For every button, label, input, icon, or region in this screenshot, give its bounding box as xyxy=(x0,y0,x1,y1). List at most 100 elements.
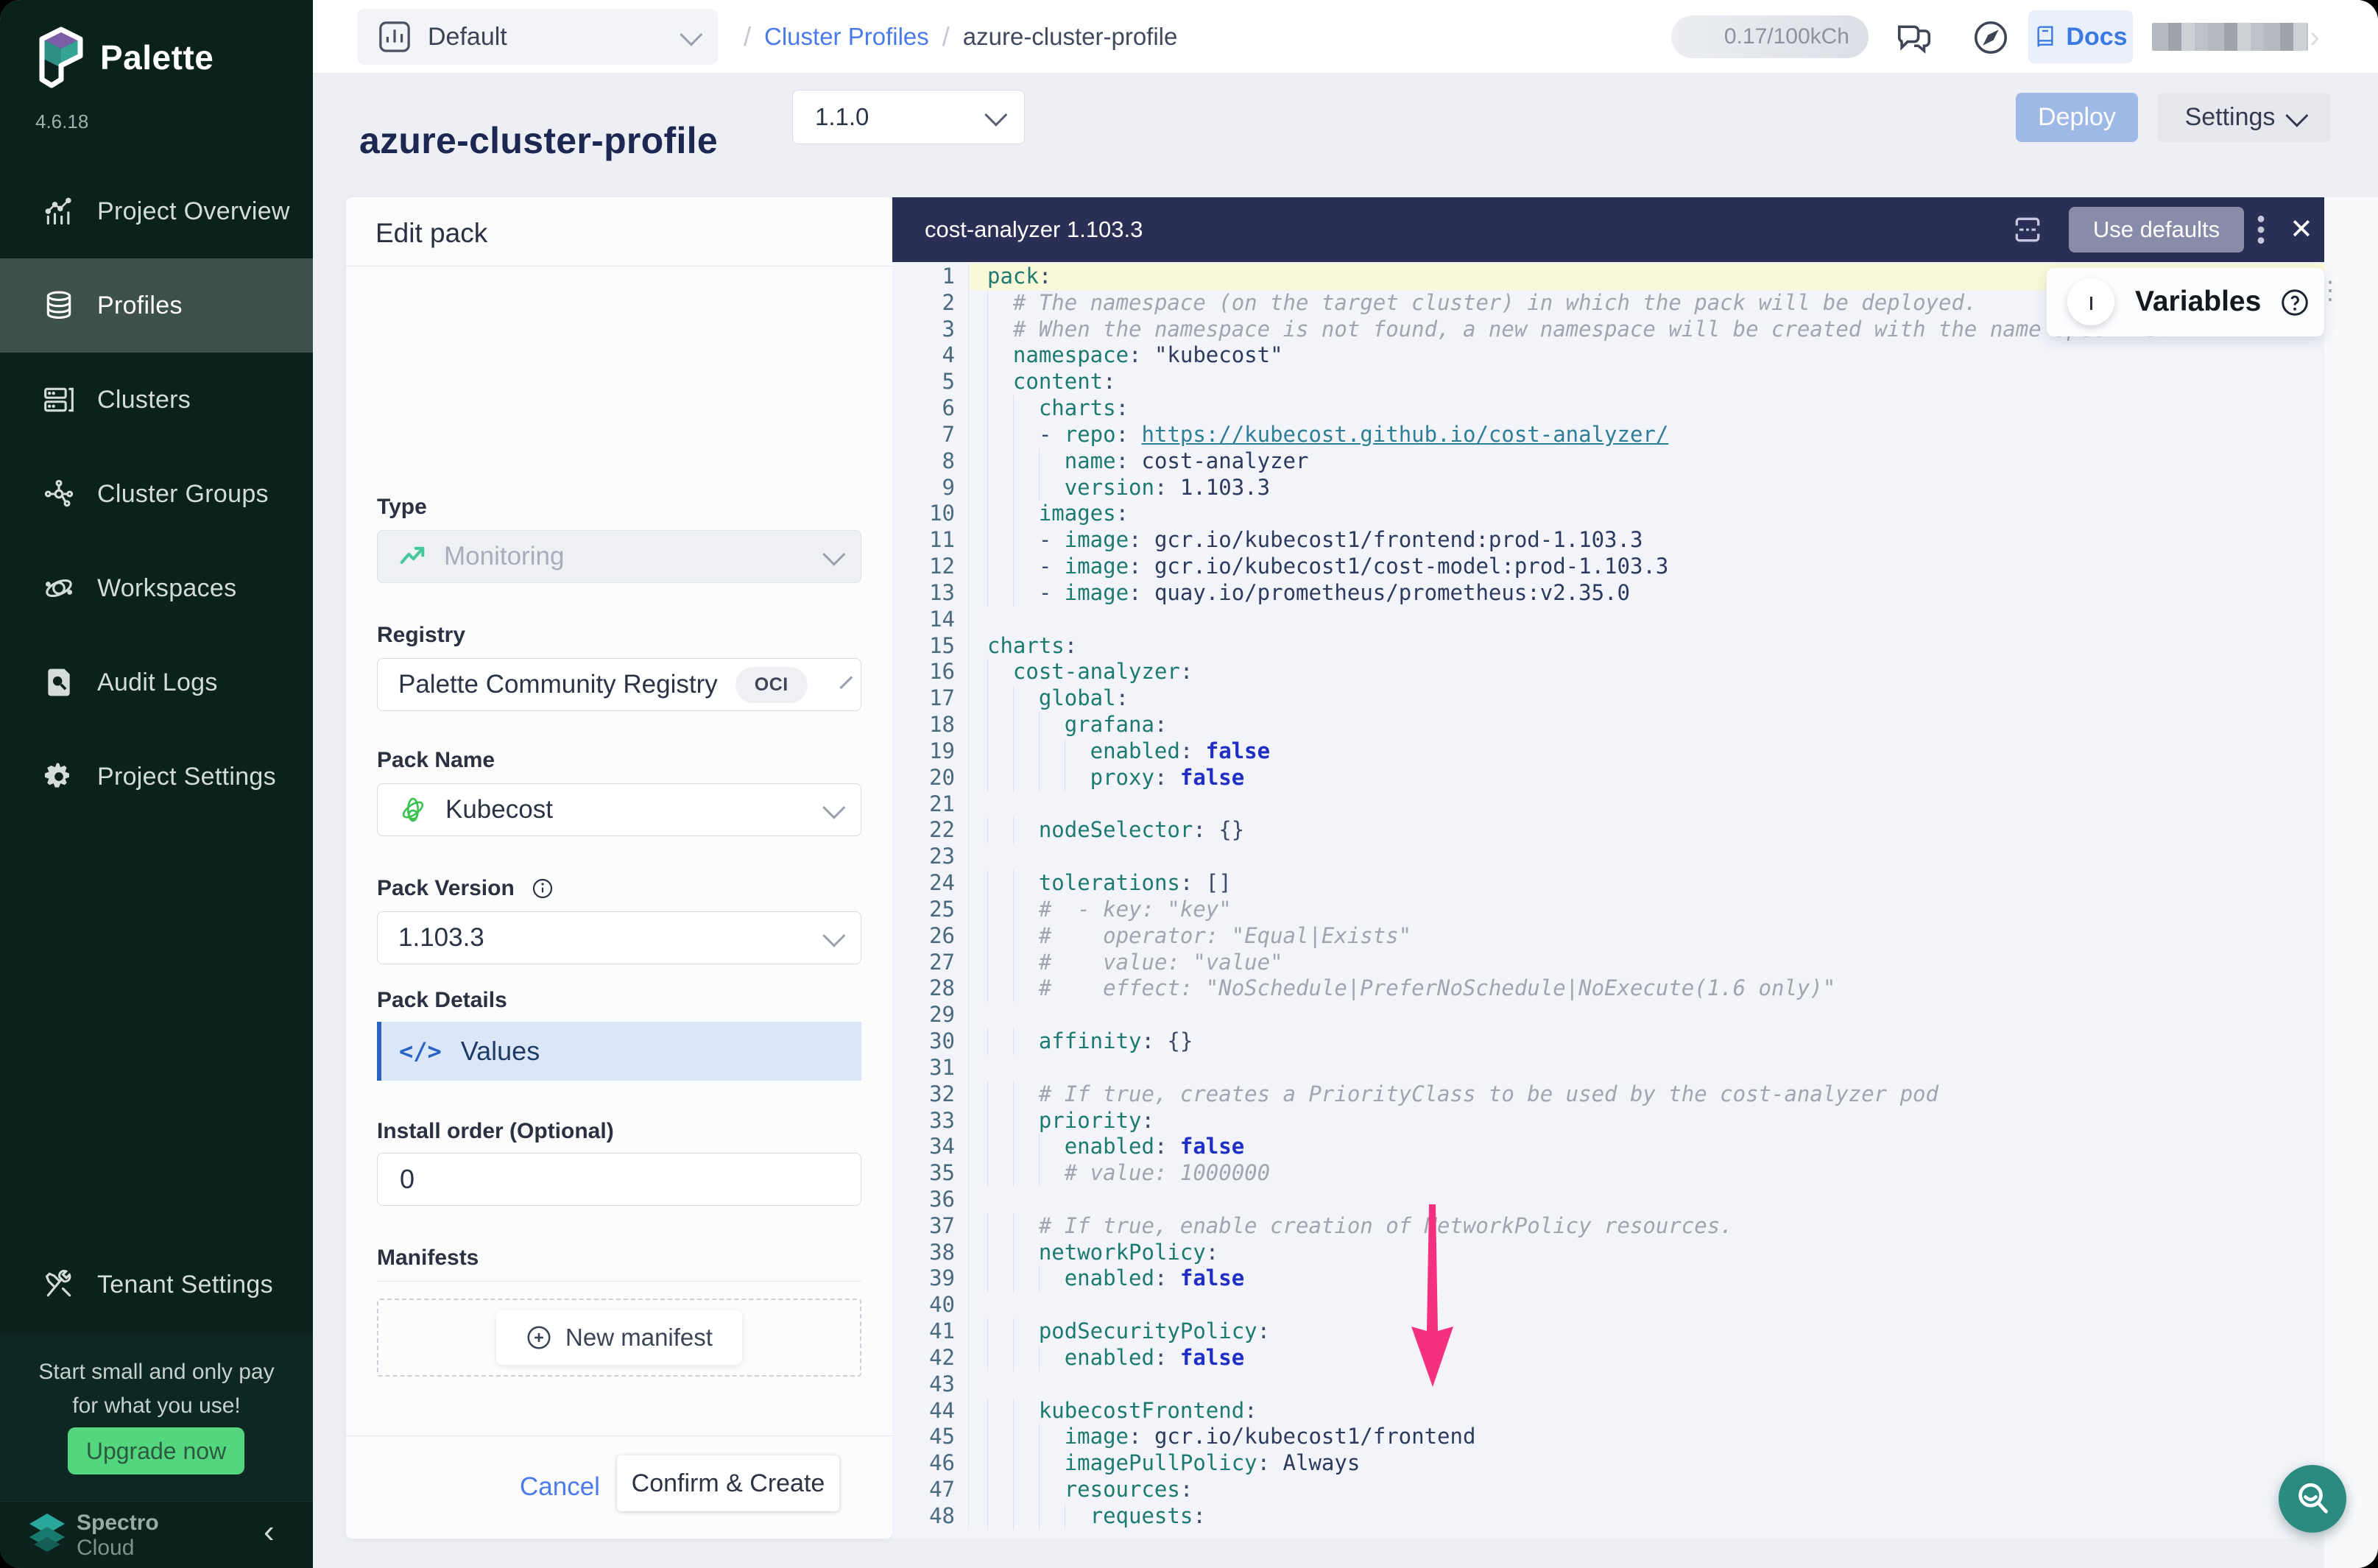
close-icon[interactable]: ✕ xyxy=(2290,215,2313,244)
line-number: 6 xyxy=(892,395,968,422)
project-selector[interactable]: Default xyxy=(357,9,718,65)
code-line xyxy=(970,1055,2324,1081)
line-number: 42 xyxy=(892,1345,968,1371)
line-number: 16 xyxy=(892,659,968,685)
line-number: 20 xyxy=(892,765,968,791)
line-number: 24 xyxy=(892,870,968,897)
new-manifest-button[interactable]: New manifest xyxy=(496,1310,742,1365)
upgrade-now-button[interactable]: Upgrade now xyxy=(68,1427,244,1475)
page-right-gutter xyxy=(2324,197,2378,1568)
kebab-menu-icon[interactable]: ⋮ xyxy=(2318,284,2325,297)
brand-logo[interactable]: Palette xyxy=(38,27,214,88)
breadcrumb-cluster-profiles[interactable]: Cluster Profiles xyxy=(764,23,929,51)
chat-icon[interactable] xyxy=(1894,18,1934,57)
code-line: imagePullPolicy: Always xyxy=(970,1450,2324,1477)
code-line: # operator: "Equal|Exists" xyxy=(970,923,2324,950)
confirm-create-button[interactable]: Confirm & Create xyxy=(617,1455,839,1511)
profile-version-value: 1.1.0 xyxy=(815,103,986,131)
code-line: cost-analyzer: xyxy=(970,659,2324,685)
sidebar-item-audit-logs[interactable]: Audit Logs xyxy=(0,635,313,730)
sidebar-item-profiles[interactable]: Profiles xyxy=(0,258,313,353)
chevron-down-icon xyxy=(822,543,845,566)
app-window: Palette 4.6.18 Project Overview Profiles C… xyxy=(0,0,2378,1568)
line-number: 30 xyxy=(892,1028,968,1055)
pack-name-label: Pack Name xyxy=(377,748,495,773)
pack-details-values-item[interactable]: </> Values xyxy=(377,1022,861,1081)
code-line: resources: xyxy=(970,1477,2324,1503)
info-icon[interactable] xyxy=(531,877,554,900)
chevron-down-icon xyxy=(839,676,853,689)
search-fab[interactable] xyxy=(2279,1465,2346,1533)
line-number-gutter: 1234567891011121314151617181920212223242… xyxy=(892,264,969,1530)
chevron-down-icon xyxy=(2286,104,2309,127)
line-number: 1 xyxy=(892,264,968,290)
line-number: 25 xyxy=(892,897,968,923)
type-select[interactable]: Monitoring xyxy=(377,530,861,583)
help-icon[interactable] xyxy=(2279,287,2310,318)
usage-badge: 0.17/100kCh xyxy=(1671,15,1869,58)
line-number: 10 xyxy=(892,501,968,527)
app-version: 4.6.18 xyxy=(35,110,88,133)
profile-version-select[interactable]: 1.1.0 xyxy=(792,90,1025,144)
code-area[interactable]: 1234567891011121314151617181920212223242… xyxy=(892,262,2324,1530)
code-line: charts: xyxy=(970,633,2324,660)
sidebar-item-project-settings[interactable]: Project Settings xyxy=(0,730,313,824)
registry-select[interactable]: Palette Community Registry OCI xyxy=(377,658,861,711)
chevron-down-icon xyxy=(680,24,702,46)
sidebar-item-tenant-settings[interactable]: Tenant Settings xyxy=(0,1237,313,1332)
code-line: # effect: "NoSchedule|PreferNoSchedule|N… xyxy=(970,975,2324,1002)
cancel-button[interactable]: Cancel xyxy=(515,1472,604,1502)
line-number: 13 xyxy=(892,580,968,607)
sidebar-item-clusters[interactable]: Clusters xyxy=(0,353,313,447)
docs-button[interactable]: Docs xyxy=(2028,10,2133,63)
new-manifest-label: New manifest xyxy=(565,1324,713,1352)
line-number: 11 xyxy=(892,527,968,554)
gear-icon xyxy=(43,760,75,793)
spectro-cloud-name: Spectro Cloud xyxy=(77,1511,159,1561)
code-line xyxy=(970,844,2324,870)
line-number: 38 xyxy=(892,1240,968,1266)
code-line: name: cost-analyzer xyxy=(970,448,2324,475)
sidebar-item-workspaces[interactable]: Workspaces xyxy=(0,541,313,635)
line-number: 22 xyxy=(892,817,968,844)
line-number: 5 xyxy=(892,369,968,395)
line-number: 41 xyxy=(892,1318,968,1345)
code-line: grafana: xyxy=(970,712,2324,738)
edit-pack-title: Edit pack xyxy=(375,218,487,249)
code-line: # value: 1000000 xyxy=(970,1160,2324,1187)
line-number: 32 xyxy=(892,1081,968,1108)
code-line: affinity: {} xyxy=(970,1028,2324,1055)
sidebar-tenant: Tenant Settings xyxy=(0,1237,313,1332)
variables-expand-button[interactable] xyxy=(2067,278,2114,325)
sidebar-collapse-icon[interactable]: ‹ xyxy=(264,1514,275,1550)
sidebar-item-label: Profiles xyxy=(97,292,183,320)
sidebar-item-cluster-groups[interactable]: Cluster Groups xyxy=(0,447,313,541)
pack-version-select[interactable]: 1.103.3 xyxy=(377,911,861,964)
user-chevron-icon[interactable]: › xyxy=(2310,19,2320,54)
type-label: Type xyxy=(377,495,427,520)
compass-icon[interactable] xyxy=(1971,18,2011,57)
sidebar-item-label: Cluster Groups xyxy=(97,480,269,509)
kebab-menu-icon[interactable] xyxy=(2256,213,2266,246)
variables-title: Variables xyxy=(2135,286,2261,318)
manifests-label: Manifests xyxy=(377,1246,479,1271)
compare-split-icon[interactable] xyxy=(2011,213,2044,246)
line-number: 9 xyxy=(892,475,968,501)
sidebar-item-project-overview[interactable]: Project Overview xyxy=(0,164,313,258)
values-label: Values xyxy=(461,1036,540,1067)
breadcrumb-current: azure-cluster-profile xyxy=(963,23,1178,51)
install-order-label: Install order (Optional) xyxy=(377,1119,614,1144)
deploy-button[interactable]: Deploy xyxy=(2016,93,2138,142)
use-defaults-button[interactable]: Use defaults xyxy=(2069,207,2244,252)
code-line: networkPolicy: xyxy=(970,1240,2324,1266)
pack-name-select[interactable]: Kubecost xyxy=(377,783,861,836)
code-line xyxy=(970,607,2324,633)
edit-pack-header: Edit pack xyxy=(346,197,892,266)
upsell-box: Start small and only pay for what you us… xyxy=(0,1335,313,1501)
install-order-input[interactable]: 0 xyxy=(377,1153,861,1206)
settings-button[interactable]: Settings xyxy=(2157,93,2331,142)
project-chart-icon xyxy=(378,20,412,54)
manifests-divider xyxy=(377,1281,861,1282)
user-name-redacted[interactable] xyxy=(2152,23,2308,51)
settings-label: Settings xyxy=(2185,103,2276,132)
